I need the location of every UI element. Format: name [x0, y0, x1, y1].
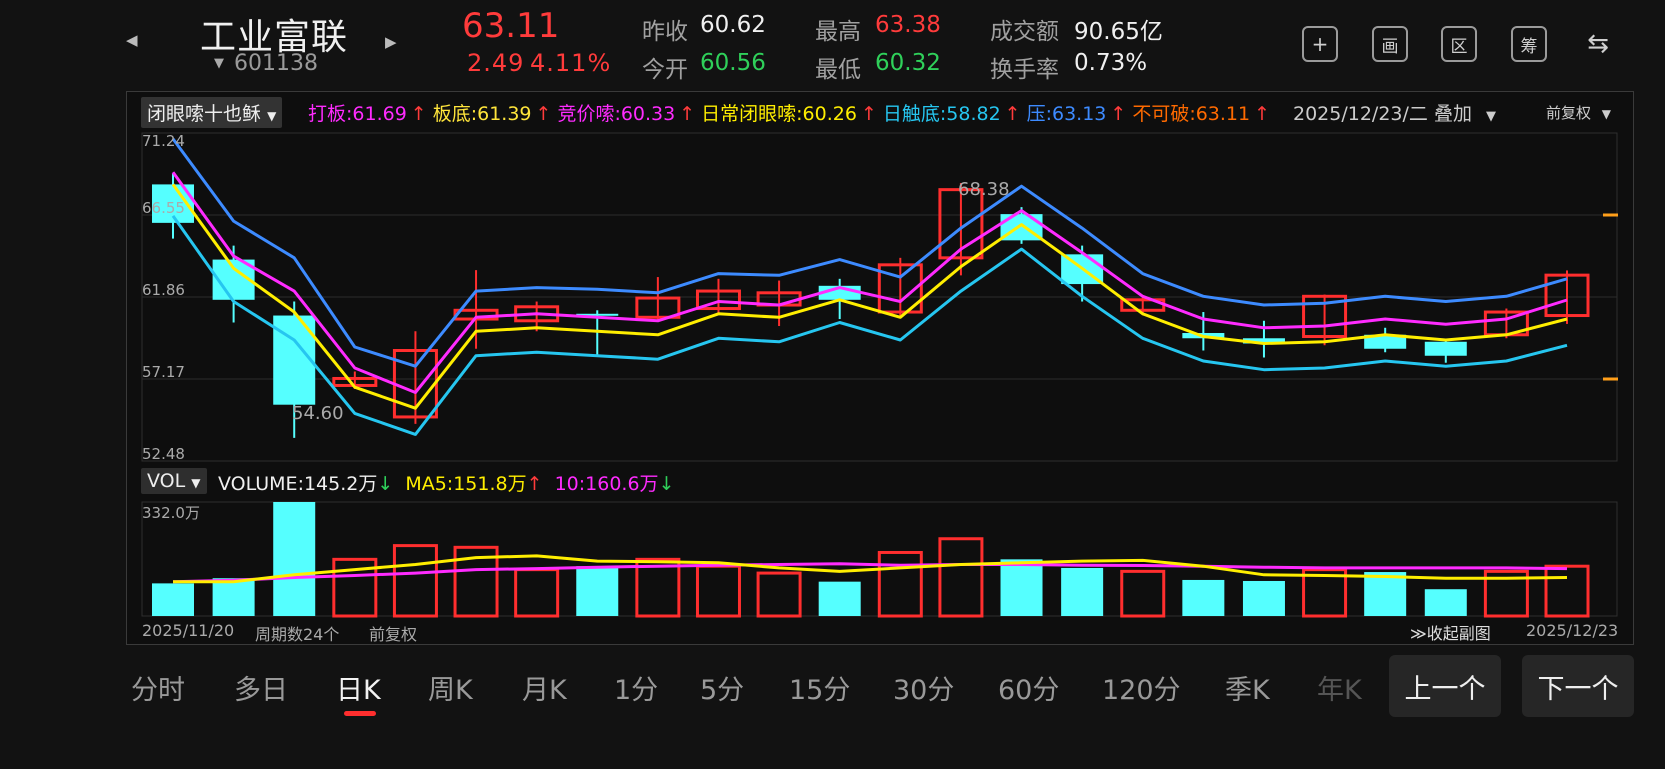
up-arrow-icon: ↑ [526, 473, 543, 495]
collapse-subchart-button[interactable]: ≫收起副图 [1410, 620, 1491, 644]
tab-年K[interactable]: 年K [1317, 668, 1362, 707]
tab-日K[interactable]: 日K [336, 668, 381, 707]
chevron-down-icon: ▼ [191, 476, 201, 490]
high-price-marker: 68.38 [958, 179, 1010, 200]
tab-1分[interactable]: 1分 [614, 668, 658, 707]
tab-季K[interactable]: 季K [1225, 668, 1270, 707]
ma5-value: MA5:151.8万 [405, 473, 527, 495]
up-arrow-icon: ↑ [860, 103, 877, 125]
prev-stock-button[interactable]: 上一个 [1389, 655, 1501, 717]
volume-select-label: VOL [147, 470, 186, 492]
indicator-values: 打板:61.69 ↑ 板底:61.39 ↑ 竞价嗦:60.33 ↑ 日常闭眼嗦:60.26 ↑… [308, 99, 1276, 126]
prev-stock-arrow[interactable]: ◀ [126, 31, 138, 49]
low-label: 最低 [815, 57, 861, 83]
low-price-marker: 54.60 [292, 403, 344, 424]
range-tool-icon[interactable]: 区 [1441, 26, 1477, 62]
draw-tool-icon[interactable]: 画 [1372, 26, 1408, 62]
period-count: 周期数24个 [255, 625, 340, 644]
open-value: 60.56 [700, 50, 766, 76]
turnover-label: 换手率 [990, 57, 1059, 83]
tab-月K[interactable]: 月K [522, 668, 567, 707]
y-label-top: 71.24 [142, 132, 185, 150]
chevron-down-icon: ▼ [267, 109, 277, 123]
stock-code: 601138 [234, 51, 318, 76]
tab-分时[interactable]: 分时 [131, 668, 185, 707]
high-value: 63.38 [875, 12, 941, 38]
open-label: 今开 [642, 57, 688, 83]
next-stock-arrow[interactable]: ▶ [385, 33, 397, 51]
price-change-pct: 4.11% [530, 49, 612, 77]
ma10-value: 10:160.6万 [554, 473, 659, 495]
up-arrow-icon: ↑ [535, 103, 552, 125]
indicator-select-label: 闭眼嗦十也稣 [147, 103, 262, 125]
down-arrow-icon: ↓ [658, 473, 675, 495]
indicator-item: 压:63.13 [1026, 103, 1107, 125]
chevron-down-icon: ▼ [1601, 107, 1612, 121]
up-arrow-icon: ↑ [1254, 103, 1271, 125]
adjust-select[interactable]: 前复权 ▼ [1546, 102, 1611, 123]
volume-indicator-select[interactable]: VOL ▼ [141, 468, 207, 494]
tab-120分[interactable]: 120分 [1102, 668, 1181, 707]
y-label-2: 66.55 [142, 199, 185, 217]
indicator-item: 不可破:63.11 [1132, 103, 1251, 125]
date-overlay[interactable]: 2025/12/23/二 叠加 ▼ [1293, 99, 1496, 126]
indicator-item: 打板:61.69 [308, 103, 407, 125]
amount-label: 成交额 [990, 19, 1059, 45]
add-watchlist-icon[interactable]: + [1302, 26, 1338, 62]
start-date: 2025/11/20 [142, 621, 235, 640]
tab-30分[interactable]: 30分 [893, 668, 954, 707]
indicator-item: 板底:61.39 [432, 103, 532, 125]
prev-close-value: 60.62 [700, 12, 766, 38]
adjust-label: 前复权 [1546, 104, 1592, 122]
indicator-item: 竞价嗦:60.33 [557, 103, 676, 125]
tab-多日[interactable]: 多日 [234, 668, 288, 707]
footer-adjust: 前复权 [369, 625, 418, 644]
amount-value: 90.65亿 [1074, 19, 1163, 45]
rotate-screen-icon[interactable]: ⇆ [1580, 26, 1616, 62]
turnover-value: 0.73% [1074, 50, 1148, 76]
high-label: 最高 [815, 19, 861, 45]
chip-distribution-icon[interactable]: 筹 [1511, 26, 1547, 62]
indicator-item: 日触底:58.82 [882, 103, 1001, 125]
tab-周K[interactable]: 周K [428, 668, 473, 707]
date-overlay-label: 2025/12/23/二 叠加 [1293, 103, 1472, 125]
y-label-bottom: 52.48 [142, 445, 185, 463]
tab-60分[interactable]: 60分 [998, 668, 1059, 707]
end-date: 2025/12/23 [1526, 621, 1619, 640]
prev-close-label: 昨收 [642, 19, 688, 45]
y-label-4: 57.17 [142, 363, 185, 381]
volume-value: VOLUME:145.2万 [218, 473, 378, 495]
up-arrow-icon: ↑ [679, 103, 696, 125]
up-arrow-icon: ↑ [410, 103, 427, 125]
up-arrow-icon: ↑ [1004, 103, 1021, 125]
y-label-3: 61.86 [142, 281, 185, 299]
indicator-select[interactable]: 闭眼嗦十也稣 ▼ [141, 97, 283, 128]
tab-5分[interactable]: 5分 [700, 668, 744, 707]
chevron-down-icon: ▼ [1486, 109, 1496, 124]
low-value: 60.32 [875, 50, 941, 76]
volume-y-max: 332.0万 [142, 504, 200, 522]
active-tab-indicator [344, 711, 376, 716]
last-price: 63.11 [462, 6, 560, 46]
down-arrow-icon: ↓ [377, 473, 394, 495]
up-arrow-icon: ↑ [1110, 103, 1127, 125]
price-change: 2.49 [467, 49, 525, 77]
code-dropdown-icon[interactable]: ▼ [214, 56, 224, 71]
volume-values: VOLUME:145.2万↓ MA5:151.8万↑ 10:160.6万↓ [218, 469, 674, 496]
tab-15分[interactable]: 15分 [789, 668, 850, 707]
indicator-item: 日常闭眼嗦:60.26 [701, 103, 857, 125]
kline-chart-panel[interactable] [126, 91, 1634, 645]
next-stock-button[interactable]: 下一个 [1522, 655, 1634, 717]
